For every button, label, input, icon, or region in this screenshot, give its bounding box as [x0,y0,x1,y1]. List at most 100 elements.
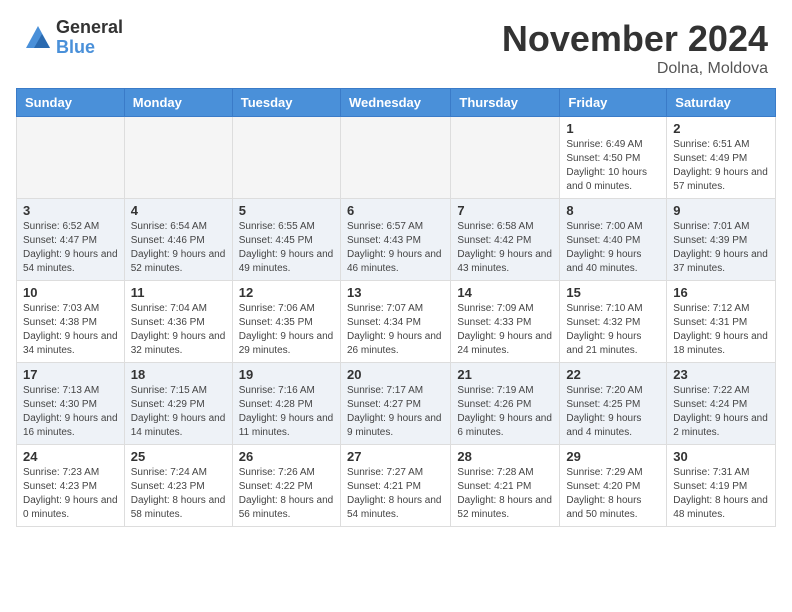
day-info: Sunrise: 6:52 AMSunset: 4:47 PMDaylight:… [23,220,118,276]
location: Dolna, Moldova [502,60,768,78]
calendar-cell: 24 Sunrise: 7:23 AMSunset: 4:23 PMDayligh… [17,445,125,527]
calendar-cell [340,117,450,199]
day-info: Sunrise: 7:16 AMSunset: 4:28 PMDaylight:… [239,384,334,440]
calendar-cell: 11Sunrise: 7:04 AMSunset: 4:36 PMDayligh… [124,281,232,363]
day-info: Sunrise: 7:24 AMSunset: 4:23 PMDaylight:… [131,466,226,522]
day-header-tuesday: Tuesday [232,89,340,117]
day-info: Sunrise: 7:09 AMSunset: 4:33 PMDaylight:… [457,302,553,358]
day-info: Sunrise: 7:17 AMSunset: 4:27 PMDaylight:… [347,384,444,440]
calendar-week-2: 3 Sunrise: 6:52 AMSunset: 4:47 PMDaylight… [17,199,776,281]
day-info: Sunrise: 6:55 AMSunset: 4:45 PMDaylight:… [239,220,334,276]
day-number: 7 [457,203,553,218]
calendar-cell: 26 Sunrise: 7:26 AMSunset: 4:22 PMDayligh… [232,445,340,527]
day-info: Sunrise: 7:13 AMSunset: 4:30 PMDaylight:… [23,384,118,440]
day-number: 13 [347,285,444,300]
day-number: 11 [131,285,226,300]
calendar-cell: 10 Sunrise: 7:03 AMSunset: 4:38 PMDayligh… [17,281,125,363]
calendar-cell: 16 Sunrise: 7:12 AMSunset: 4:31 PMDayligh… [667,281,776,363]
day-number: 22 [566,367,660,382]
day-info: Sunrise: 7:00 AMSunset: 4:40 PMDaylight:… [566,220,660,276]
calendar-wrapper: SundayMondayTuesdayWednesdayThursdayFrid… [0,88,792,527]
day-number: 5 [239,203,334,218]
day-number: 24 [23,449,118,464]
day-header-saturday: Saturday [667,89,776,117]
calendar-cell: 14 Sunrise: 7:09 AMSunset: 4:33 PMDayligh… [451,281,560,363]
day-number: 26 [239,449,334,464]
calendar-header-row: SundayMondayTuesdayWednesdayThursdayFrid… [17,89,776,117]
day-header-friday: Friday [560,89,667,117]
calendar-cell: 20Sunrise: 7:17 AMSunset: 4:27 PMDayligh… [340,363,450,445]
day-number: 27 [347,449,444,464]
day-info: Sunrise: 7:20 AMSunset: 4:25 PMDaylight:… [566,384,660,440]
logo-general: General [56,18,123,38]
calendar-cell: 2Sunrise: 6:51 AMSunset: 4:49 PMDaylight… [667,117,776,199]
day-header-monday: Monday [124,89,232,117]
day-info: Sunrise: 7:29 AMSunset: 4:20 PMDaylight:… [566,466,660,522]
day-number: 4 [131,203,226,218]
day-number: 25 [131,449,226,464]
day-header-sunday: Sunday [17,89,125,117]
calendar-cell: 30Sunrise: 7:31 AMSunset: 4:19 PMDayligh… [667,445,776,527]
calendar-cell: 3 Sunrise: 6:52 AMSunset: 4:47 PMDaylight… [17,199,125,281]
calendar-cell: 8Sunrise: 7:00 AMSunset: 4:40 PMDaylight… [560,199,667,281]
day-number: 17 [23,367,118,382]
calendar-cell: 5 Sunrise: 6:55 AMSunset: 4:45 PMDaylight… [232,199,340,281]
calendar-table: SundayMondayTuesdayWednesdayThursdayFrid… [16,88,776,527]
day-number: 28 [457,449,553,464]
day-number: 6 [347,203,444,218]
day-info: Sunrise: 7:06 AMSunset: 4:35 PMDaylight:… [239,302,334,358]
day-info: Sunrise: 7:01 AMSunset: 4:39 PMDaylight:… [673,220,769,276]
day-info: Sunrise: 7:03 AMSunset: 4:38 PMDaylight:… [23,302,118,358]
day-number: 18 [131,367,226,382]
day-info: Sunrise: 6:51 AMSunset: 4:49 PMDaylight:… [673,138,769,194]
logo-icon [24,24,52,52]
day-info: Sunrise: 7:10 AMSunset: 4:32 PMDaylight:… [566,302,660,358]
calendar-cell: 4 Sunrise: 6:54 AMSunset: 4:46 PMDaylight… [124,199,232,281]
calendar-cell: 19 Sunrise: 7:16 AMSunset: 4:28 PMDayligh… [232,363,340,445]
calendar-week-1: 1 Sunrise: 6:49 AMSunset: 4:50 PMDaylight… [17,117,776,199]
day-info: Sunrise: 7:31 AMSunset: 4:19 PMDaylight:… [673,466,769,522]
day-header-wednesday: Wednesday [340,89,450,117]
day-number: 1 [566,121,660,136]
logo-text: General Blue [56,18,123,58]
day-number: 29 [566,449,660,464]
day-number: 19 [239,367,334,382]
calendar-cell [17,117,125,199]
month-title: November 2024 [502,18,768,60]
page-header: General Blue November 2024 Dolna, Moldov… [0,0,792,88]
calendar-cell: 23Sunrise: 7:22 AMSunset: 4:24 PMDayligh… [667,363,776,445]
calendar-week-3: 10 Sunrise: 7:03 AMSunset: 4:38 PMDayligh… [17,281,776,363]
calendar-cell: 22 Sunrise: 7:20 AMSunset: 4:25 PMDayligh… [560,363,667,445]
day-info: Sunrise: 6:54 AMSunset: 4:46 PMDaylight:… [131,220,226,276]
day-info: Sunrise: 6:58 AMSunset: 4:42 PMDaylight:… [457,220,553,276]
day-info: Sunrise: 7:26 AMSunset: 4:22 PMDaylight:… [239,466,334,522]
day-number: 21 [457,367,553,382]
day-info: Sunrise: 7:23 AMSunset: 4:23 PMDaylight:… [23,466,118,522]
calendar-cell [232,117,340,199]
calendar-cell [124,117,232,199]
day-number: 9 [673,203,769,218]
calendar-cell: 15 Sunrise: 7:10 AMSunset: 4:32 PMDayligh… [560,281,667,363]
calendar-cell: 18 Sunrise: 7:15 AMSunset: 4:29 PMDayligh… [124,363,232,445]
day-info: Sunrise: 7:22 AMSunset: 4:24 PMDaylight:… [673,384,769,440]
calendar-cell: 29 Sunrise: 7:29 AMSunset: 4:20 PMDayligh… [560,445,667,527]
day-number: 16 [673,285,769,300]
day-number: 3 [23,203,118,218]
day-info: Sunrise: 7:07 AMSunset: 4:34 PMDaylight:… [347,302,444,358]
day-info: Sunrise: 6:49 AMSunset: 4:50 PMDaylight:… [566,138,660,194]
day-number: 15 [566,285,660,300]
day-info: Sunrise: 7:12 AMSunset: 4:31 PMDaylight:… [673,302,769,358]
calendar-cell: 13 Sunrise: 7:07 AMSunset: 4:34 PMDayligh… [340,281,450,363]
day-number: 10 [23,285,118,300]
day-info: Sunrise: 6:57 AMSunset: 4:43 PMDaylight:… [347,220,444,276]
calendar-week-5: 24 Sunrise: 7:23 AMSunset: 4:23 PMDayligh… [17,445,776,527]
title-section: November 2024 Dolna, Moldova [502,18,768,78]
logo-blue: Blue [56,38,123,58]
calendar-cell: 6 Sunrise: 6:57 AMSunset: 4:43 PMDaylight… [340,199,450,281]
calendar-cell: 25 Sunrise: 7:24 AMSunset: 4:23 PMDayligh… [124,445,232,527]
day-info: Sunrise: 7:28 AMSunset: 4:21 PMDaylight:… [457,466,553,522]
calendar-cell: 7 Sunrise: 6:58 AMSunset: 4:42 PMDaylight… [451,199,560,281]
day-info: Sunrise: 7:15 AMSunset: 4:29 PMDaylight:… [131,384,226,440]
day-number: 14 [457,285,553,300]
day-number: 12 [239,285,334,300]
